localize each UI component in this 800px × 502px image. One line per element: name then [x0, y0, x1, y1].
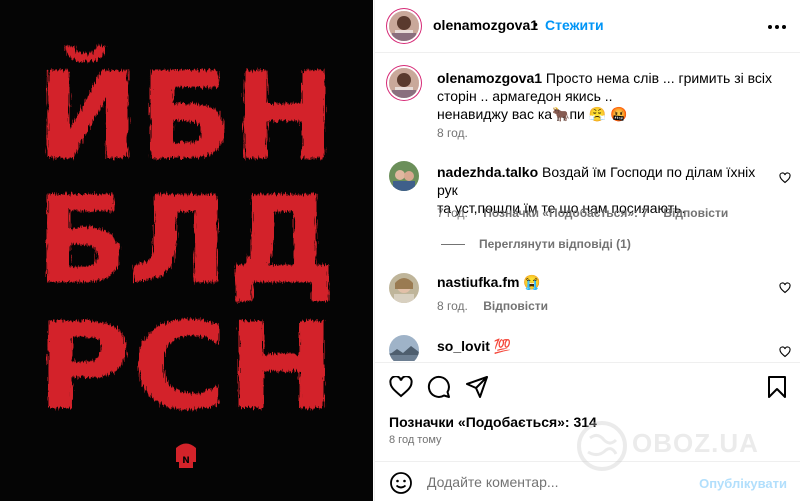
save-bookmark-icon[interactable] — [767, 375, 787, 404]
caption-avatar[interactable] — [389, 68, 419, 98]
comment-time[interactable]: 7 год. — [437, 206, 468, 220]
post-header: olenamozgova1 • Стежити — [375, 0, 800, 53]
post-artwork: ЙБН БЛД РСН N — [36, 47, 336, 468]
watermark-globe-icon — [577, 421, 627, 471]
comment-time[interactable]: 8 год. — [437, 299, 468, 313]
art-line-2: БЛД — [36, 172, 336, 311]
author-avatar[interactable] — [389, 11, 419, 41]
comment-like-heart-icon[interactable] — [779, 345, 791, 358]
share-send-icon[interactable] — [465, 375, 489, 404]
comments-list[interactable]: olenamozgova1 Просто нема слів ... грими… — [375, 53, 800, 361]
post-time-ago[interactable]: 8 год тому — [389, 434, 442, 446]
comment-likes[interactable]: Позначки «Подобається»: 7 — [483, 206, 648, 220]
comment-text: 💯 — [493, 338, 512, 354]
reply-button[interactable]: Відповісти — [483, 299, 548, 313]
art-line-1: ЙБН — [36, 47, 336, 187]
publish-button[interactable]: Опублікувати — [699, 476, 787, 491]
emoji-smiley-icon[interactable] — [389, 471, 413, 500]
like-heart-icon[interactable] — [389, 375, 413, 403]
art-line-3: РСН — [36, 298, 336, 437]
comment-like-heart-icon[interactable] — [779, 281, 791, 294]
commenter-avatar[interactable] — [389, 273, 419, 303]
caption-text-line-1: Просто нема слів ... гримить зі всіх — [545, 70, 773, 86]
separator-dot: • — [533, 16, 538, 32]
comment-like-heart-icon[interactable] — [779, 171, 791, 184]
commenter-avatar[interactable] — [389, 335, 419, 361]
follow-button[interactable]: Стежити — [545, 17, 604, 33]
replies-divider — [441, 244, 465, 246]
watermark: OBOZ.UA — [572, 418, 792, 474]
likes-count[interactable]: Позначки «Подобається»: 314 — [389, 414, 597, 430]
caption-time[interactable]: 8 год. — [437, 126, 468, 140]
post-actions — [375, 362, 800, 398]
comment-text: 😭 — [523, 274, 541, 290]
caption-text-line-2: сторін .. армагедон якись .. — [437, 88, 613, 104]
comment-bubble-icon[interactable] — [427, 375, 451, 404]
reply-button[interactable]: Відповісти — [663, 206, 728, 220]
svg-text:N: N — [182, 456, 190, 466]
comment-username[interactable]: nastiufka.fm — [437, 274, 519, 290]
post-image: ЙБН БЛД РСН N — [0, 0, 373, 501]
comment-username[interactable]: nadezhda.talko — [437, 164, 538, 180]
skull-logo-icon: N — [176, 443, 196, 468]
author-username[interactable]: olenamozgova1 — [433, 17, 538, 33]
watermark-text: OBOZ.UA — [632, 428, 759, 458]
caption-username[interactable]: olenamozgova1 — [437, 70, 542, 86]
view-replies-toggle[interactable]: Переглянути відповіді (1) — [441, 237, 631, 251]
add-comment-input[interactable] — [427, 474, 687, 490]
more-horizontal-icon[interactable] — [767, 13, 787, 36]
caption-text-line-3: ненавиджу вас ка🐂пи 😤 🤬 — [437, 106, 628, 122]
view-replies-label[interactable]: Переглянути відповіді (1) — [479, 237, 631, 251]
commenter-avatar[interactable] — [389, 161, 419, 191]
comment-username[interactable]: so_lovit — [437, 338, 490, 354]
